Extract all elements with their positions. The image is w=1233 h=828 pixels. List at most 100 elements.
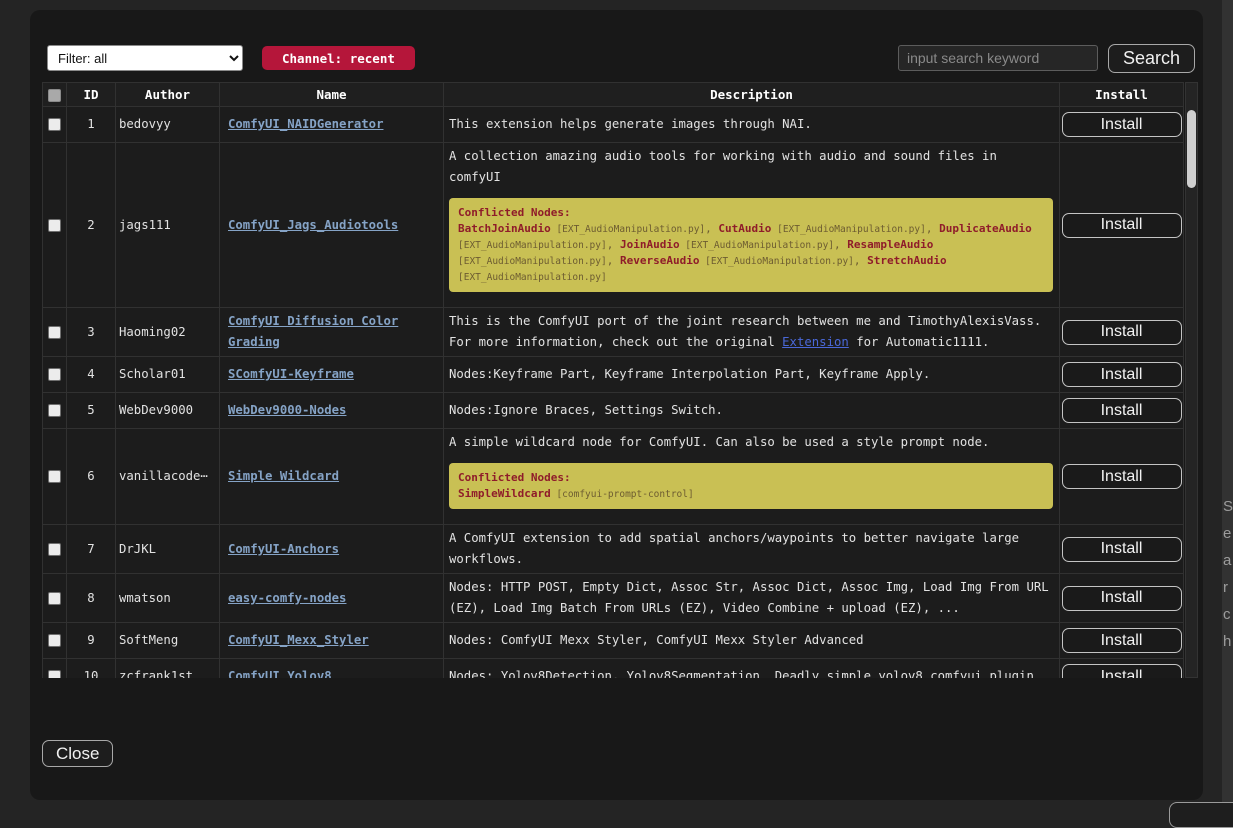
row-checkbox[interactable] (48, 543, 61, 556)
row-install-cell: Install (1060, 357, 1184, 393)
row-checkbox[interactable] (48, 118, 61, 131)
background-letter-fragment: S (1223, 498, 1233, 515)
row-author: SoftMeng (116, 623, 220, 659)
table-scrollbar[interactable] (1185, 82, 1198, 678)
row-id: 9 (67, 623, 116, 659)
row-install-cell: Install (1060, 143, 1184, 308)
description-text: Nodes: HTTP POST, Empty Dict, Assoc Str,… (449, 577, 1055, 619)
table-scrollbar-thumb[interactable] (1187, 110, 1196, 188)
conflict-separator: , (854, 254, 867, 267)
row-install-cell: Install (1060, 525, 1184, 574)
row-name-cell: easy-comfy-nodes (220, 574, 444, 623)
install-button[interactable]: Install (1062, 586, 1182, 611)
conflict-node-file: [comfyui-prompt-control] (551, 489, 694, 500)
row-name-link[interactable]: easy-comfy-nodes (228, 591, 346, 605)
install-button[interactable]: Install (1062, 464, 1182, 489)
row-id: 1 (67, 107, 116, 143)
custom-nodes-table: ID Author Name Description Install 1bedo… (42, 82, 1184, 678)
row-description: A simple wildcard node for ComfyUI. Can … (444, 429, 1060, 525)
table-row: 3Haoming02ComfyUI Diffusion Color Gradin… (43, 308, 1184, 357)
conflict-node-name: ReverseAudio (620, 254, 699, 267)
install-button[interactable]: Install (1062, 664, 1182, 678)
select-all-checkbox[interactable] (48, 89, 61, 102)
row-name-link[interactable]: ComfyUI_NAIDGenerator (228, 117, 383, 131)
description-link[interactable]: Extension (782, 335, 849, 349)
row-name-link[interactable]: ComfyUI Yolov8 (228, 669, 332, 678)
row-name-link[interactable]: ComfyUI_Jags_Audiotools (228, 218, 398, 232)
row-checkbox[interactable] (48, 634, 61, 647)
install-button[interactable]: Install (1062, 537, 1182, 562)
row-install-cell: Install (1060, 429, 1184, 525)
description-text: Nodes:Ignore Braces, Settings Switch. (449, 400, 1055, 421)
search-button[interactable]: Search (1108, 44, 1195, 73)
conflict-node-file: [EXT_AudioManipulation.py] (699, 256, 853, 267)
row-checkbox[interactable] (48, 670, 61, 678)
custom-nodes-dialog: Filter: all Channel: recent Search ID Au… (30, 10, 1203, 800)
row-checkbox[interactable] (48, 592, 61, 605)
row-id: 7 (67, 525, 116, 574)
table-row: 2jags111ComfyUI_Jags_AudiotoolsA collect… (43, 143, 1184, 308)
table-row: 9SoftMeng ComfyUI_Mexx_Styler Nodes: Comfy… (43, 623, 1184, 659)
description-segment: A ComfyUI extension to add spatial ancho… (449, 531, 1019, 566)
conflict-node-name: CutAudio (718, 222, 771, 235)
search-input[interactable] (898, 45, 1098, 71)
row-id: 8 (67, 574, 116, 623)
row-name-cell: SComfyUI-Keyframe (220, 357, 444, 393)
conflict-node-file: [EXT_AudioManipulation.py] (551, 224, 705, 235)
row-name-link[interactable]: ComfyUI Diffusion Color Grading (228, 314, 398, 349)
table-row: 6vanillacode⋯Simple WildcardA simple wil… (43, 429, 1184, 525)
row-description: Nodes: ComfyUI Mexx Styler, ComfyUI Mexx… (444, 623, 1060, 659)
conflict-label: Conflicted Nodes: (458, 470, 1044, 485)
row-description: A collection amazing audio tools for wor… (444, 143, 1060, 308)
dialog-toolbar: Filter: all Channel: recent Search (47, 43, 1195, 73)
install-button[interactable]: Install (1062, 112, 1182, 137)
row-checkbox[interactable] (48, 219, 61, 232)
row-checkbox[interactable] (48, 404, 61, 417)
row-checkbox[interactable] (48, 470, 61, 483)
row-checkbox-cell (43, 429, 67, 525)
background-letter-fragment: h (1223, 633, 1231, 650)
row-checkbox-cell (43, 357, 67, 393)
description-segment: Nodes: ComfyUI Mexx Styler, ComfyUI Mexx… (449, 633, 864, 647)
install-button[interactable]: Install (1062, 320, 1182, 345)
table-row: 7DrJKLComfyUI-AnchorsA ComfyUI extension… (43, 525, 1184, 574)
conflict-separator: , (926, 222, 939, 235)
row-checkbox-cell (43, 623, 67, 659)
row-name-link[interactable]: ComfyUI-Anchors (228, 542, 339, 556)
conflict-node-name: BatchJoinAudio (458, 222, 551, 235)
row-name-link[interactable]: ComfyUI_Mexx_Styler (228, 633, 369, 647)
row-id: 4 (67, 357, 116, 393)
row-install-cell: Install (1060, 574, 1184, 623)
install-button[interactable]: Install (1062, 213, 1182, 238)
close-button[interactable]: Close (42, 740, 113, 767)
row-checkbox[interactable] (48, 326, 61, 339)
table-row: 4Scholar01SComfyUI-KeyframeNodes:Keyfram… (43, 357, 1184, 393)
row-author: Haoming02 (116, 308, 220, 357)
background-letter-fragment: e (1223, 525, 1231, 542)
row-id: 2 (67, 143, 116, 308)
row-checkbox-cell (43, 659, 67, 679)
table-row: 10zcfrank1stComfyUI Yolov8Nodes: Yolov8D… (43, 659, 1184, 679)
install-button[interactable]: Install (1062, 628, 1182, 653)
row-name-link[interactable]: WebDev9000-Nodes (228, 403, 346, 417)
row-name-link[interactable]: Simple Wildcard (228, 469, 339, 483)
row-checkbox[interactable] (48, 368, 61, 381)
row-author: WebDev9000 (116, 393, 220, 429)
row-name-link[interactable]: SComfyUI-Keyframe (228, 367, 354, 381)
row-checkbox-cell (43, 525, 67, 574)
row-description: Nodes: Yolov8Detection, Yolov8Segmentati… (444, 659, 1060, 679)
column-header-author: Author (116, 83, 220, 107)
row-install-cell: Install (1060, 659, 1184, 679)
background-letter-fragment: a (1223, 552, 1231, 569)
row-author: Scholar01 (116, 357, 220, 393)
conflict-separator: , (834, 238, 847, 251)
custom-nodes-table-area: ID Author Name Description Install 1bedo… (42, 82, 1198, 678)
filter-select[interactable]: Filter: all (47, 45, 243, 71)
row-author: bedovyy (116, 107, 220, 143)
description-segment: This extension helps generate images thr… (449, 117, 812, 131)
install-button[interactable]: Install (1062, 398, 1182, 423)
row-install-cell: Install (1060, 308, 1184, 357)
row-description: This is the ComfyUI port of the joint re… (444, 308, 1060, 357)
install-button[interactable]: Install (1062, 362, 1182, 387)
column-header-description: Description (444, 83, 1060, 107)
